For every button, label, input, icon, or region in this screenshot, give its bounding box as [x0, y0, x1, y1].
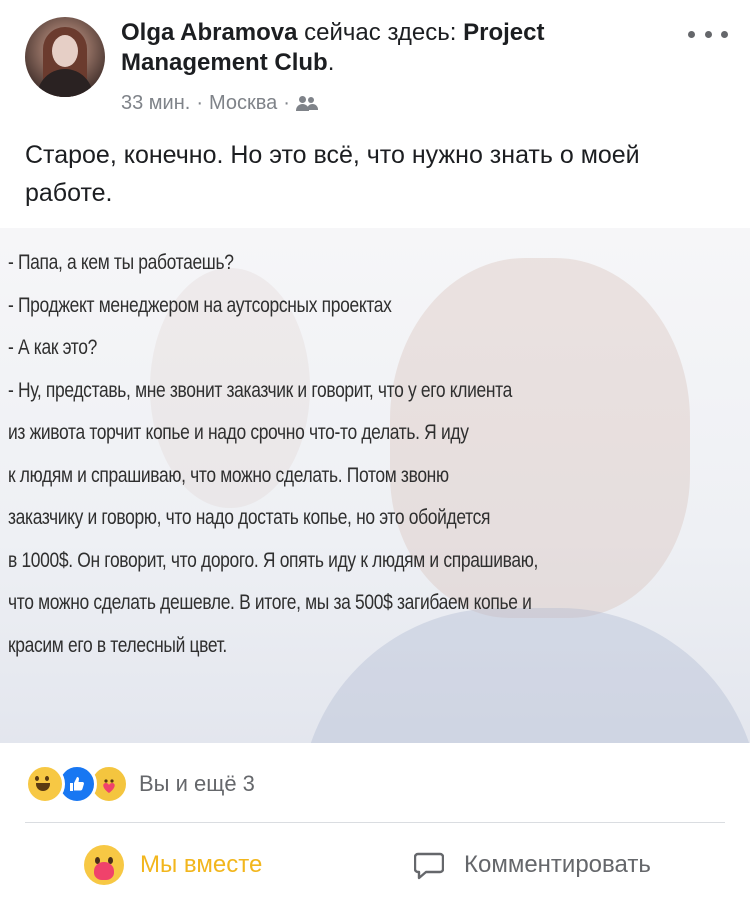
- image-text-line: в 1000$. Он говорит, что дорого. Я опять…: [8, 548, 538, 572]
- image-text-line: что можно сделать дешевле. В итоге, мы з…: [8, 591, 532, 614]
- image-text-line: заказчику и говорю, что надо достать коп…: [8, 506, 491, 529]
- author-name[interactable]: Olga Abramova: [121, 19, 298, 46]
- comment-button[interactable]: Комментировать: [413, 840, 651, 890]
- image-text-line: красим его в телесный цвет.: [8, 633, 227, 657]
- post-image[interactable]: - Папа, а кем ты работаешь? - Проджект м…: [0, 228, 750, 743]
- meta-separator: ·: [196, 92, 203, 114]
- image-text-line: - Проджект менеджером на аутсорсных прое…: [8, 293, 392, 317]
- comment-button-label: Комментировать: [464, 851, 651, 878]
- image-text: - Папа, а кем ты работаешь? - Проджект м…: [8, 242, 750, 667]
- haha-icon: [25, 764, 65, 804]
- title-period: .: [327, 49, 335, 76]
- dot-icon: [688, 30, 695, 38]
- reactions-summary[interactable]: Вы и ещё 3: [25, 764, 255, 804]
- avatar-face: [52, 35, 78, 67]
- post-meta: 33 мин. · Москва ·: [121, 92, 318, 115]
- post-title-line: Olga Abramova сейчас здесь: Project Mana…: [121, 18, 661, 78]
- image-text-line: - Ну, представь, мне звонит заказчик и г…: [8, 378, 512, 402]
- divider: [25, 822, 725, 823]
- post-text: Старое, конечно. Но это всё, что нужно з…: [25, 141, 640, 207]
- author-avatar[interactable]: [25, 17, 105, 97]
- comment-icon: [413, 852, 445, 880]
- image-text-line: к людям и спрашиваю, что можно сделать. …: [8, 463, 449, 487]
- care-button-label: Мы вместе: [140, 851, 263, 878]
- more-options-button[interactable]: [688, 24, 728, 44]
- care-icon: [84, 845, 124, 885]
- meta-separator-2: ·: [283, 92, 290, 114]
- dot-icon: [721, 30, 728, 38]
- dot-icon: [704, 30, 712, 38]
- people-icon[interactable]: [295, 95, 318, 112]
- post-time[interactable]: 33 мин.: [121, 92, 190, 115]
- post-header: Olga Abramova сейчас здесь: Project Mana…: [0, 0, 750, 130]
- post-city[interactable]: Москва: [209, 92, 277, 115]
- image-text-line: из живота торчит копье и надо срочно что…: [8, 421, 469, 444]
- care-reaction-button[interactable]: Мы вместе: [84, 840, 262, 890]
- status-text: сейчас здесь:: [297, 19, 464, 46]
- image-text-line: - А как это?: [8, 336, 97, 359]
- image-text-line: - Папа, а кем ты работаешь?: [8, 251, 234, 274]
- reaction-count-text[interactable]: Вы и ещё 3: [139, 771, 255, 797]
